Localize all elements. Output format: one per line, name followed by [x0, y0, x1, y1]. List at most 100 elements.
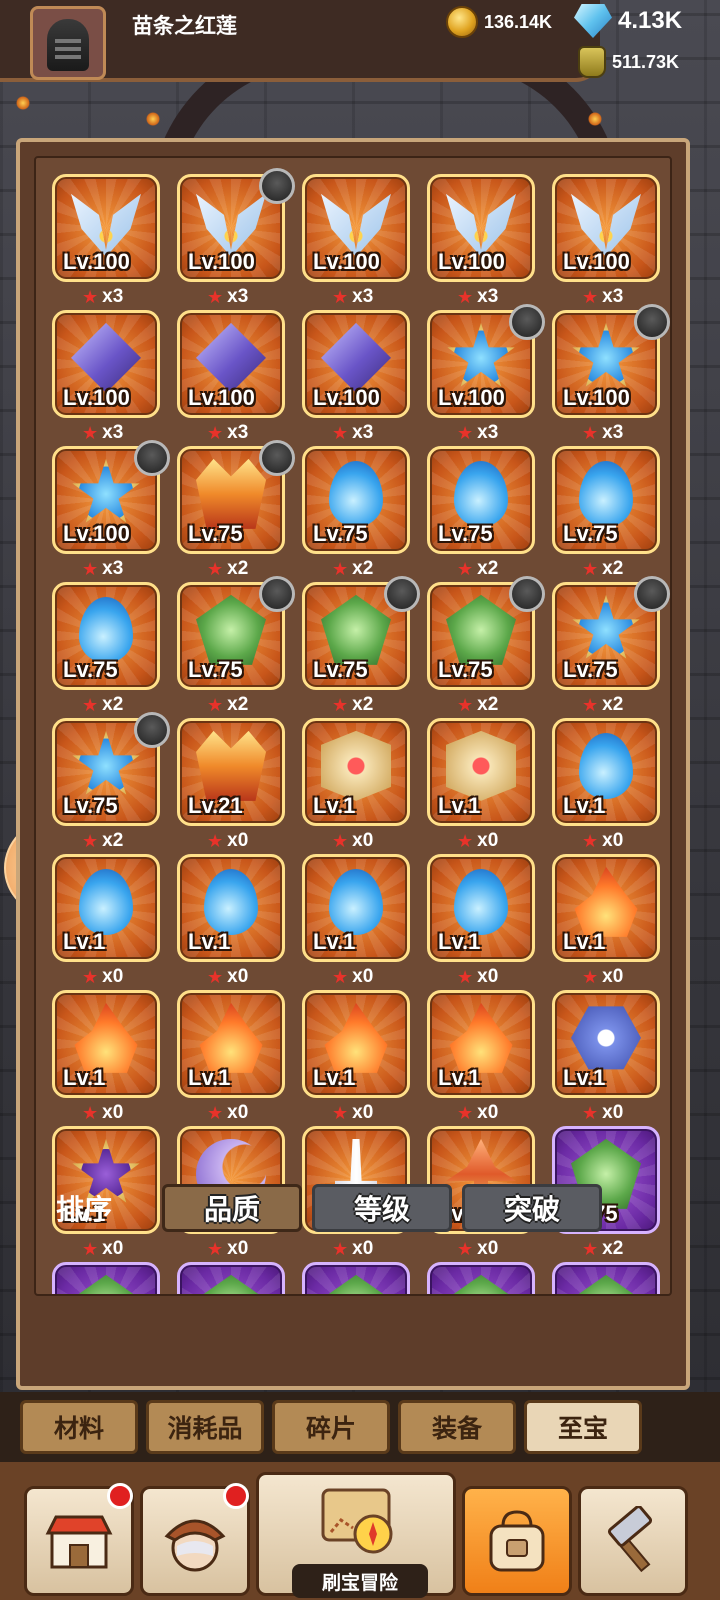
item-slot[interactable] — [52, 1262, 164, 1294]
item-slot[interactable]: Lv.100 ★ x3 — [177, 168, 295, 307]
tab-fragments[interactable]: 碎片 — [272, 1400, 390, 1454]
nav-forge[interactable] — [578, 1486, 688, 1596]
item-card[interactable] — [177, 1262, 285, 1294]
item-slot[interactable]: Lv.75 ★x2 — [302, 576, 420, 715]
potion-counter[interactable]: 511.73K — [578, 46, 679, 78]
item-slot[interactable]: Lv.1 ★x0 — [177, 854, 289, 987]
gold-counter[interactable]: 136.14K — [446, 6, 552, 38]
item-slot[interactable]: Lv.1 ★x0 — [177, 990, 289, 1123]
item-card[interactable]: Lv.21 — [177, 718, 285, 826]
item-card[interactable]: Lv.1 — [302, 718, 410, 826]
item-slot[interactable]: Lv.100 ★ x3 — [427, 304, 545, 443]
sort-breakthrough-button[interactable]: 突破 — [462, 1184, 602, 1232]
item-card[interactable]: Lv.75 — [302, 446, 410, 554]
item-slot[interactable]: Lv.1 ★x0 — [552, 718, 664, 851]
item-card[interactable]: Lv.100 — [52, 174, 160, 282]
tab-treasures[interactable]: 至宝 — [524, 1400, 642, 1454]
star-count: ★ x0 — [332, 1102, 373, 1124]
item-slot[interactable]: Lv.100 ★ x3 — [52, 310, 164, 443]
item-slot[interactable]: Lv.1 ★x0 — [552, 854, 664, 987]
item-card[interactable] — [552, 1262, 660, 1294]
item-slot[interactable]: Lv.1 ★x0 — [302, 718, 414, 851]
gem-counter[interactable]: 4.13K — [574, 4, 682, 38]
item-card[interactable]: Lv.100 — [427, 174, 535, 282]
item-slot[interactable]: Lv.1 ★x0 — [427, 854, 539, 987]
item-card[interactable]: Lv.1 — [302, 854, 410, 962]
item-card[interactable]: Lv.1 — [177, 854, 285, 962]
red-star-icon: ★ — [207, 830, 224, 851]
item-slot[interactable]: Lv.75 ★x2 — [177, 576, 295, 715]
star-count-value: x0 — [352, 830, 374, 851]
item-slot[interactable]: Lv.75 ★x2 — [302, 446, 414, 579]
item-slot[interactable]: Lv.75 ★x2 — [552, 576, 670, 715]
red-star-icon: ★ — [82, 830, 99, 851]
sort-level-button[interactable]: 等级 — [312, 1184, 452, 1232]
star-count: ★ x3 — [207, 422, 248, 444]
item-slot[interactable]: Lv.1 ★x0 — [52, 990, 164, 1123]
item-slot[interactable] — [177, 1262, 289, 1294]
item-slot[interactable]: Lv.1 ★x0 — [52, 854, 164, 987]
star-count-value: x0 — [477, 1102, 499, 1123]
item-card[interactable] — [427, 1262, 535, 1294]
item-card[interactable]: Lv.100 — [177, 310, 285, 418]
item-card[interactable]: Lv.100 — [52, 310, 160, 418]
item-slot[interactable]: Lv.1 ★x0 — [427, 990, 539, 1123]
item-scroll-area[interactable]: Lv.100 ★ x3 Lv.100 ★ x3 Lv.100 ★ x3 Lv.100 ★ x3 Lv.1… — [34, 156, 672, 1296]
tab-equipment[interactable]: 装备 — [398, 1400, 516, 1454]
item-card[interactable] — [52, 1262, 160, 1294]
item-slot[interactable]: Lv.100 ★ x3 — [52, 440, 170, 579]
item-card[interactable]: Lv.1 — [177, 990, 285, 1098]
item-slot[interactable]: Lv.100 ★ x3 — [552, 304, 670, 443]
item-card[interactable] — [302, 1262, 410, 1294]
tab-materials[interactable]: 材料 — [20, 1400, 138, 1454]
red-star-icon: ★ — [207, 422, 224, 443]
item-slot[interactable] — [552, 1262, 664, 1294]
tab-consumables[interactable]: 消耗品 — [146, 1400, 264, 1454]
item-slot[interactable]: Lv.75 ★x2 — [52, 582, 164, 715]
star-count: ★ x2 — [457, 558, 498, 580]
item-card[interactable]: Lv.1 — [552, 854, 660, 962]
item-slot[interactable]: Lv.100 ★ x3 — [427, 174, 539, 307]
item-card[interactable]: Lv.1 — [52, 854, 160, 962]
nav-inventory[interactable] — [462, 1486, 572, 1596]
player-avatar[interactable] — [30, 6, 106, 80]
item-card[interactable]: Lv.100 — [302, 174, 410, 282]
nav-shop[interactable] — [24, 1483, 134, 1596]
item-slot[interactable]: Lv.1 ★x0 — [427, 718, 539, 851]
item-slot[interactable] — [302, 1262, 414, 1294]
item-card[interactable]: Lv.1 — [302, 990, 410, 1098]
item-slot[interactable]: Lv.1 ★x0 — [302, 854, 414, 987]
item-card[interactable]: Lv.75 — [427, 446, 535, 554]
item-card[interactable]: Lv.1 — [427, 718, 535, 826]
item-card[interactable]: Lv.1 — [552, 990, 660, 1098]
item-slot[interactable]: Lv.1 ★x0 — [552, 990, 664, 1123]
item-card[interactable]: Lv.100 — [552, 174, 660, 282]
item-card[interactable]: Lv.1 — [427, 854, 535, 962]
item-slot[interactable]: Lv.100 ★ x3 — [552, 174, 664, 307]
star-count-value: x3 — [602, 422, 624, 443]
item-card[interactable]: Lv.75 — [552, 446, 660, 554]
item-card[interactable]: Lv.75 — [52, 582, 160, 690]
item-slot[interactable]: Lv.100 ★ x3 — [302, 310, 414, 443]
item-slot[interactable]: Lv.1 ★x0 — [302, 990, 414, 1123]
star-icon — [72, 458, 140, 523]
item-card[interactable]: Lv.1 — [552, 718, 660, 826]
item-slot[interactable]: Lv.100 ★ x3 — [302, 174, 414, 307]
item-slot[interactable]: Lv.100 ★ x3 — [177, 310, 289, 443]
item-card[interactable]: Lv.100 — [302, 310, 410, 418]
sort-quality-button[interactable]: 品质 — [162, 1184, 302, 1232]
item-slot[interactable]: Lv.75 ★x2 — [552, 446, 664, 579]
item-card[interactable]: Lv.1 — [52, 990, 160, 1098]
star-count: ★ x3 — [332, 422, 373, 444]
item-slot[interactable]: Lv.75 ★x2 — [427, 576, 545, 715]
item-slot[interactable] — [427, 1262, 539, 1294]
red-star-icon: ★ — [82, 1238, 99, 1259]
item-slot[interactable]: Lv.100 ★ x3 — [52, 174, 164, 307]
item-card[interactable]: Lv.1 — [427, 990, 535, 1098]
item-slot[interactable]: Lv.75 ★x2 — [52, 712, 170, 851]
item-slot[interactable]: Lv.75 ★x2 — [427, 446, 539, 579]
item-slot[interactable]: Lv.75 ★x2 — [177, 440, 295, 579]
nav-heroes[interactable] — [140, 1483, 250, 1596]
red-star-icon: ★ — [457, 830, 474, 851]
item-slot[interactable]: Lv.21 ★ x0 — [177, 718, 289, 851]
